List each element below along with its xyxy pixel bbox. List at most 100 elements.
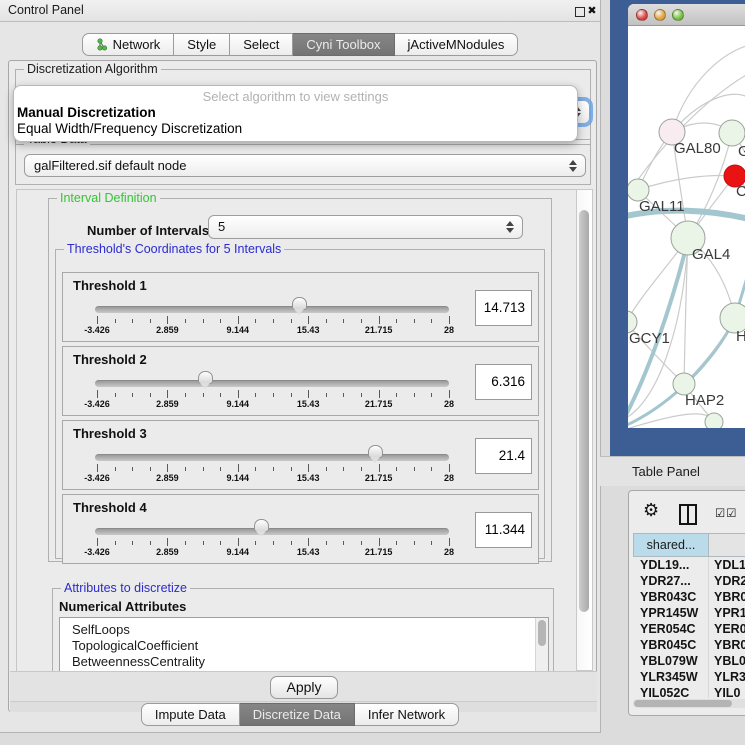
- list-item-selfloops[interactable]: SelfLoops: [60, 622, 548, 638]
- tick-mark: [150, 393, 151, 397]
- list-scrollbar[interactable]: [535, 618, 548, 671]
- network-node-label: GCY1: [629, 330, 670, 347]
- attributes-group-title: Attributes to discretize: [61, 581, 190, 595]
- float-window-icon[interactable]: [575, 7, 585, 17]
- slider-thumb[interactable]: [198, 371, 213, 384]
- slider-track[interactable]: [95, 454, 449, 461]
- tab-infer-network[interactable]: Infer Network: [355, 703, 459, 726]
- algorithm-option-equal-width-frequency-discretization[interactable]: Equal Width/Frequency Discretization: [14, 121, 577, 137]
- tick-mark: [185, 319, 186, 323]
- settings-scrollbar-thumb[interactable]: [579, 210, 589, 612]
- threshold-value-field[interactable]: 11.344: [475, 512, 532, 548]
- close-icon[interactable]: ✖: [585, 0, 599, 22]
- tab-network[interactable]: Network: [82, 33, 175, 56]
- table-hscrollbar-thumb[interactable]: [634, 700, 732, 707]
- combo-arrows-icon: [569, 159, 577, 173]
- network-node-label: H: [736, 328, 745, 345]
- tick-mark: [132, 541, 133, 545]
- slider-ticks: [97, 316, 449, 325]
- slider-thumb[interactable]: [368, 445, 383, 458]
- tick-mark: [238, 316, 239, 324]
- table-row[interactable]: YBL079WYBL0: [633, 653, 745, 669]
- tick-mark: [273, 467, 274, 471]
- thresholds-group: Threshold's Coordinates for 5 Intervals …: [55, 249, 545, 559]
- slider-thumb[interactable]: [254, 519, 269, 532]
- tab-cyni-toolbox[interactable]: Cyni Toolbox: [293, 33, 394, 56]
- tick-mark: [220, 393, 221, 397]
- split-view-icon[interactable]: [679, 504, 697, 525]
- tick-mark: [326, 319, 327, 323]
- table-cell: YER0: [709, 621, 745, 637]
- tick-mark: [238, 390, 239, 398]
- table-row[interactable]: YIL052CYIL0: [633, 685, 745, 698]
- table-hscrollbar[interactable]: [633, 699, 745, 708]
- slider-track[interactable]: [95, 380, 449, 387]
- table-row[interactable]: YDR27...YDR2: [633, 573, 745, 589]
- tick-mark: [115, 541, 116, 545]
- table-row[interactable]: YDL19...YDL1: [633, 557, 745, 573]
- tab-label: Infer Network: [368, 707, 445, 722]
- tick-mark: [449, 464, 450, 472]
- tick-mark: [255, 393, 256, 397]
- slider-ticks: [97, 538, 449, 547]
- tab-impute-data[interactable]: Impute Data: [141, 703, 240, 726]
- number-of-intervals-select[interactable]: 5: [208, 215, 523, 239]
- column-header-shared-[interactable]: shared...: [633, 533, 709, 557]
- tick-mark: [396, 541, 397, 545]
- slider-thumb[interactable]: [292, 297, 307, 310]
- close-light[interactable]: [636, 9, 648, 21]
- tick-mark: [185, 541, 186, 545]
- network-node[interactable]: [705, 413, 723, 428]
- tick-mark: [273, 393, 274, 397]
- control-panel-titlebar: Control Panel ✖: [0, 0, 600, 22]
- apply-button[interactable]: Apply: [270, 676, 338, 699]
- list-item-topologicalcoefficient[interactable]: TopologicalCoefficient: [60, 638, 548, 654]
- settings-scrollbar[interactable]: [576, 189, 593, 671]
- threshold-value-field[interactable]: 21.4: [475, 438, 532, 474]
- slider-track[interactable]: [95, 528, 449, 535]
- tab-select[interactable]: Select: [230, 33, 293, 56]
- tick-mark: [343, 541, 344, 545]
- column-header-n[interactable]: n: [709, 533, 745, 557]
- network-node-label: GAL11: [639, 198, 685, 215]
- table-cell: YPR1: [709, 605, 745, 621]
- tab-label: Impute Data: [155, 707, 226, 722]
- minimize-light[interactable]: [654, 9, 666, 21]
- tick-mark: [203, 467, 204, 471]
- table-cell: YDR2: [709, 573, 745, 589]
- slider-track[interactable]: [95, 306, 449, 313]
- table-cell: YDL19...: [633, 557, 709, 573]
- tick-mark: [431, 541, 432, 545]
- numerical-attributes-list[interactable]: SelfLoopsTopologicalCoefficientBetweenne…: [59, 617, 549, 671]
- table-row[interactable]: YPR145WYPR1: [633, 605, 745, 621]
- list-scrollbar-thumb[interactable]: [538, 620, 546, 646]
- screen: Control Panel ✖ NetworkStyleSelectCyni T…: [0, 0, 745, 745]
- tab-discretize-data[interactable]: Discretize Data: [240, 703, 355, 726]
- threshold-value-field[interactable]: 14.713: [475, 290, 532, 326]
- tab-style[interactable]: Style: [174, 33, 230, 56]
- combo-arrows-icon: [506, 220, 514, 234]
- zoom-light[interactable]: [672, 9, 684, 21]
- table-row[interactable]: YER054CYER0: [633, 621, 745, 637]
- tick-mark: [414, 393, 415, 397]
- gear-icon[interactable]: ⚙: [643, 500, 659, 521]
- table-row[interactable]: YBR043CYBR0: [633, 589, 745, 605]
- algorithm-option-manual-discretization[interactable]: Manual Discretization: [14, 105, 577, 121]
- threshold-value-field[interactable]: 6.316: [475, 364, 532, 400]
- tab-jactivemnodules[interactable]: jActiveMNodules: [395, 33, 519, 56]
- network-canvas[interactable]: GAL80GACGAL11GAL4GCY1HHAP2: [628, 26, 745, 428]
- checkbox-icons[interactable]: ☑☑: [715, 506, 738, 520]
- list-item-betweennesscentrality[interactable]: BetweennessCentrality: [60, 654, 548, 670]
- tick-mark: [203, 393, 204, 397]
- tick-label: 28: [444, 547, 454, 557]
- tick-mark: [273, 541, 274, 545]
- tick-label: 15.43: [297, 473, 320, 483]
- threshold-label: Threshold 2: [73, 352, 147, 367]
- network-window-titlebar[interactable]: [628, 4, 745, 26]
- tick-mark: [379, 390, 380, 398]
- table-data-select[interactable]: galFiltered.sif default node: [24, 154, 586, 177]
- table-row[interactable]: YLR345WYLR3: [633, 669, 745, 685]
- number-of-intervals-value: 5: [218, 216, 225, 238]
- tick-mark: [255, 319, 256, 323]
- table-row[interactable]: YBR045CYBR0: [633, 637, 745, 653]
